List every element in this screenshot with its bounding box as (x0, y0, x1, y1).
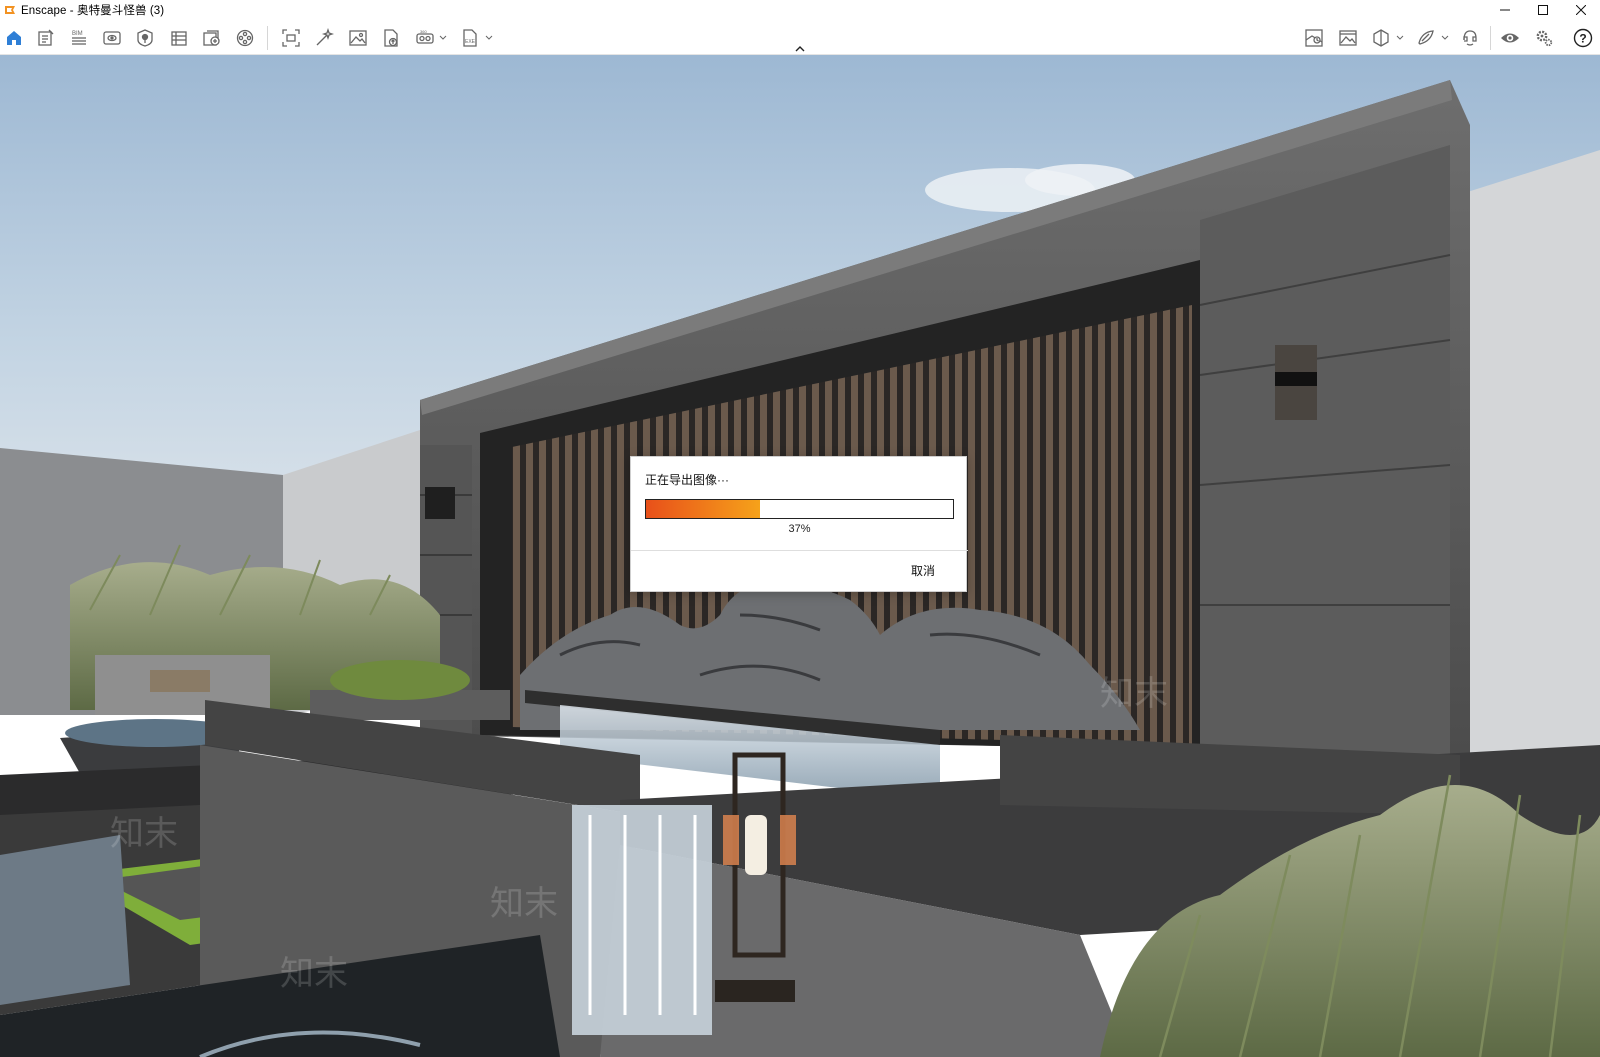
close-icon (1576, 5, 1586, 15)
svg-text:?: ? (1579, 32, 1586, 46)
watermark-text: 知末 (110, 814, 178, 854)
building-icon (171, 31, 187, 46)
screenshot-icon (282, 29, 300, 47)
settings-button[interactable] (1533, 27, 1555, 49)
bim-icon: BIM (72, 31, 86, 45)
magic-wand-icon (316, 28, 334, 46)
home-icon (7, 31, 21, 45)
progress-percentage: 37% (788, 523, 811, 535)
visual-settings-icon (1501, 33, 1519, 43)
upload-icon (384, 29, 398, 47)
help-icon: ? (1573, 28, 1593, 48)
toolbar: BIM 360 EXE ? (0, 20, 1600, 55)
window-controls (1486, 0, 1600, 20)
vr-headset-button[interactable]: 360 (414, 27, 436, 49)
cancel-button[interactable]: 取消 (911, 562, 935, 579)
watermark-text: 知末 (1100, 674, 1168, 714)
exe-export-button[interactable]: EXE (459, 27, 481, 49)
chevron-down-icon[interactable] (1441, 34, 1449, 42)
notes-button[interactable] (35, 27, 57, 49)
views-button[interactable] (101, 27, 123, 49)
dialog-title: 正在导出图像··· (645, 473, 729, 487)
picture-icon (1339, 30, 1357, 46)
image-button[interactable] (347, 27, 369, 49)
collaboration-button[interactable] (1459, 27, 1481, 49)
minimize-button[interactable] (1486, 0, 1524, 20)
window-title: Enscape - 奥特曼斗怪兽 (3) (21, 5, 165, 17)
image-icon (349, 30, 367, 46)
title-bar: Enscape - 奥特曼斗怪兽 (3) (0, 0, 1600, 20)
collapse-toolbar-icon[interactable] (792, 44, 808, 54)
help-button[interactable]: ? (1572, 27, 1594, 49)
watermark-text: 知末 (490, 884, 558, 924)
exe-export-icon: EXE (463, 29, 477, 47)
chevron-down-icon[interactable] (1396, 34, 1404, 42)
screenshot-button[interactable] (280, 27, 302, 49)
video-button[interactable] (234, 27, 256, 49)
asset-library-button[interactable] (134, 27, 156, 49)
settings-icon (1536, 30, 1553, 47)
maximize-button[interactable] (1524, 0, 1562, 20)
progress-bar-fill (646, 500, 760, 518)
section-box-button[interactable] (1370, 27, 1392, 49)
notes-icon (38, 29, 54, 46)
enscape-logo-icon (5, 6, 15, 14)
visual-settings-button[interactable] (1499, 27, 1521, 49)
render-viewport[interactable]: 知末 知末 知末 知末 正在导出图像··· 37% 取消 (0, 55, 1600, 1057)
vr-headset-icon: 360 (416, 29, 434, 44)
asset-library-icon (137, 29, 153, 47)
upload-button[interactable] (380, 27, 402, 49)
dialog-divider (631, 550, 968, 551)
bim-button[interactable]: BIM (68, 27, 90, 49)
building-button[interactable] (168, 27, 190, 49)
section-box-icon (1373, 29, 1389, 47)
batch-render-button[interactable] (201, 27, 223, 49)
video-icon (236, 29, 254, 47)
light-button[interactable] (1415, 27, 1437, 49)
minimize-icon (1500, 9, 1510, 11)
chevron-down-icon[interactable] (439, 34, 447, 42)
export-progress-dialog: 正在导出图像··· 37% 取消 (630, 456, 968, 592)
toolbar-separator (267, 26, 268, 50)
batch-render-icon (203, 30, 220, 46)
svg-text:EXE: EXE (465, 39, 476, 45)
light-icon (1418, 30, 1434, 45)
svg-text:360: 360 (420, 29, 427, 34)
mini-map-icon (1305, 29, 1323, 47)
progress-bar (645, 499, 954, 519)
watermark-text: 知末 (280, 954, 348, 994)
svg-text:BIM: BIM (72, 31, 83, 37)
home-button[interactable] (3, 27, 25, 49)
mini-map-button[interactable] (1303, 27, 1325, 49)
views-icon (103, 31, 121, 45)
chevron-down-icon[interactable] (485, 34, 493, 42)
magic-wand-button[interactable] (313, 27, 335, 49)
picture-button[interactable] (1337, 27, 1359, 49)
toolbar-separator (1490, 26, 1491, 50)
collaboration-icon (1463, 30, 1477, 46)
close-button[interactable] (1562, 0, 1600, 20)
maximize-icon (1538, 5, 1548, 15)
